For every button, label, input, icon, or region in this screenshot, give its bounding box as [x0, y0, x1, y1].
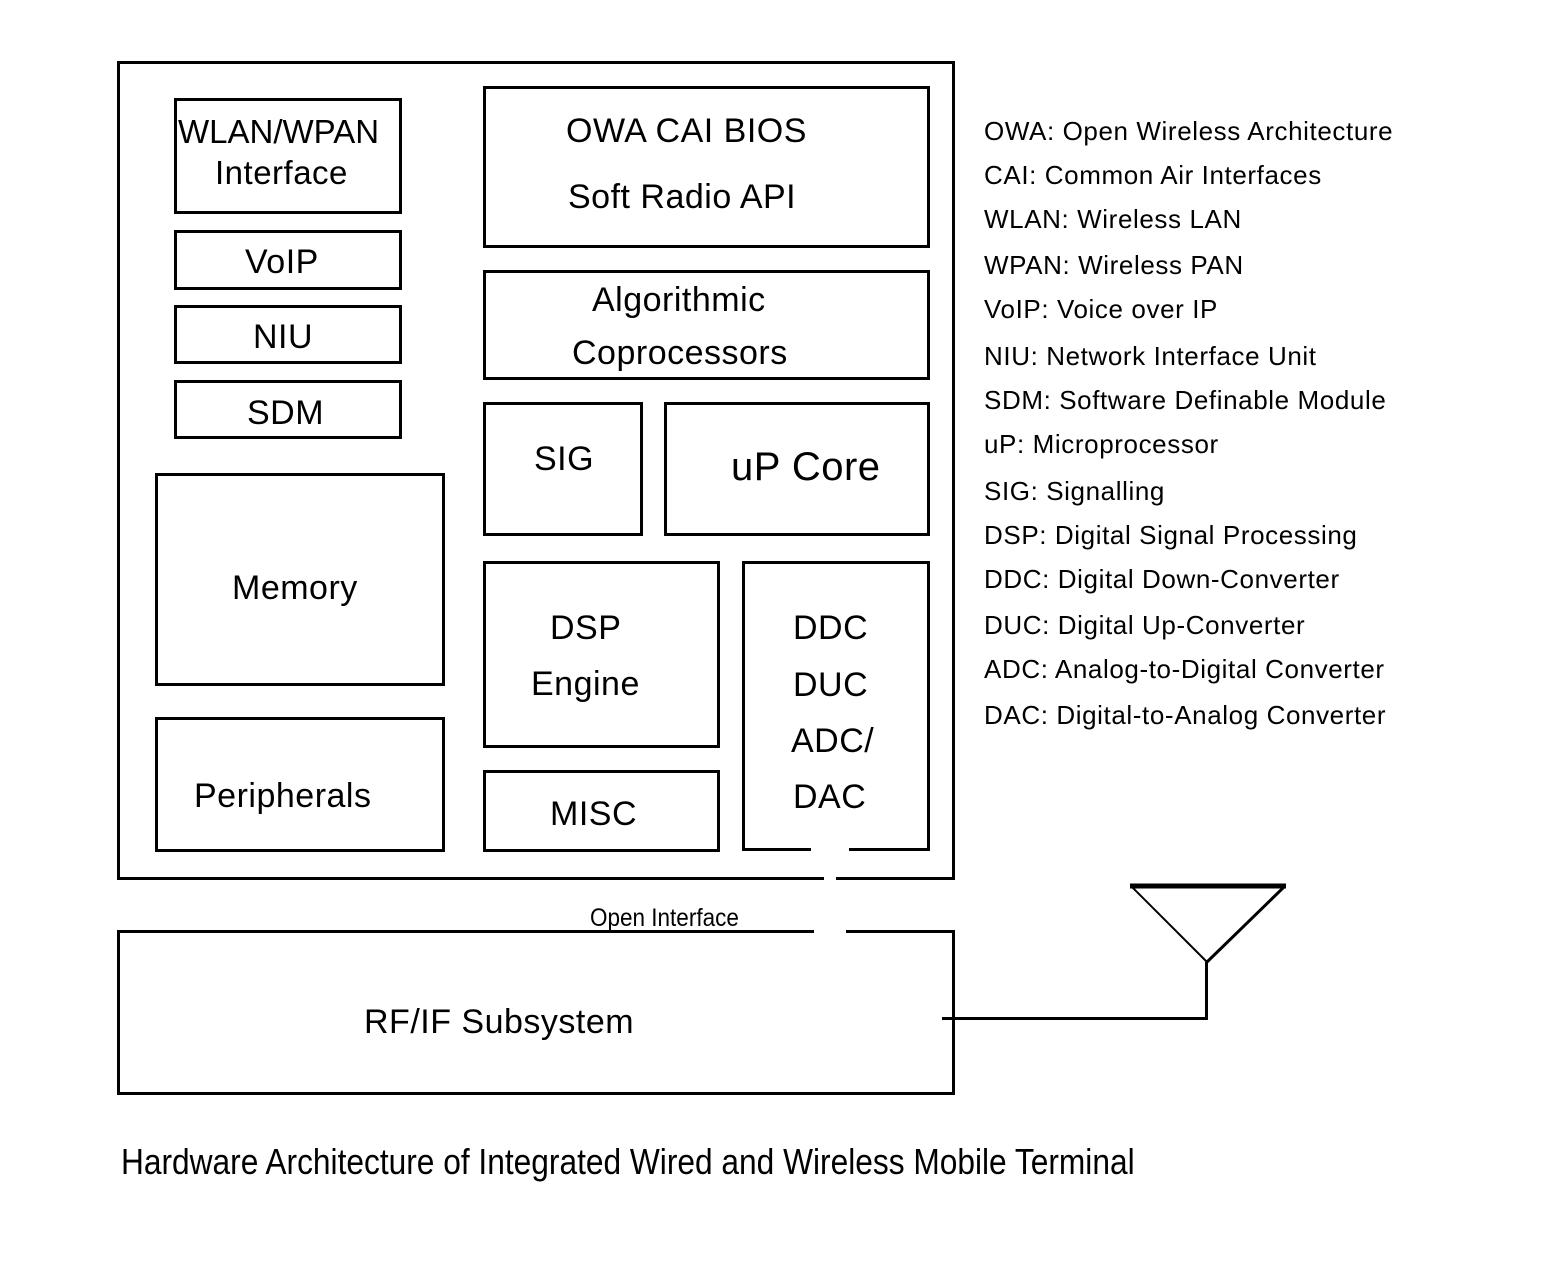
antenna-left-arm — [1131, 886, 1208, 963]
antenna-icon — [942, 883, 1286, 1020]
antenna-right-arm — [1205, 885, 1286, 964]
diagram-caption: Hardware Architecture of Integrated Wire… — [121, 1141, 1135, 1182]
